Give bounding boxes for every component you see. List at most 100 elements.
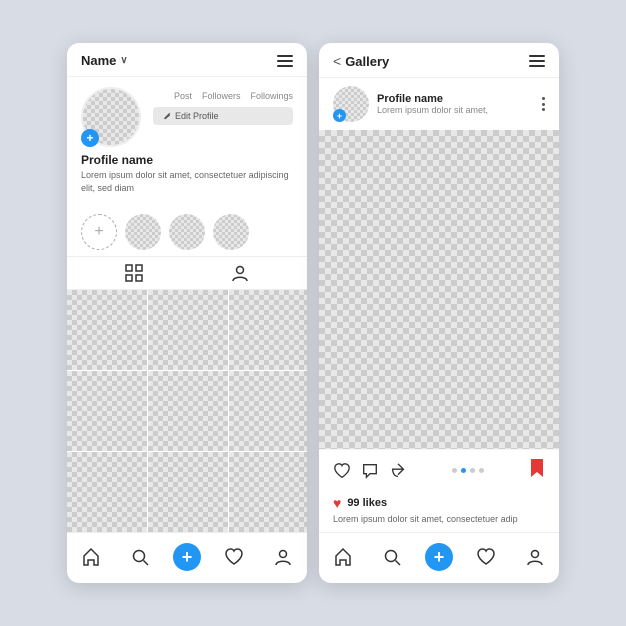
nav-add-button[interactable]: + [173, 543, 201, 571]
likes-section: ♥ 99 likes Lorem ipsum dolor sit amet, c… [319, 491, 559, 532]
grid-cell-5[interactable] [148, 371, 228, 451]
menu-line [529, 65, 545, 67]
right-home-icon [333, 547, 353, 567]
grid-cell-9[interactable] [229, 452, 307, 532]
comment-icon [361, 462, 379, 480]
followers-label: Followers [202, 91, 241, 101]
bookmark-button[interactable] [529, 458, 545, 483]
hamburger-menu-icon[interactable] [277, 55, 293, 67]
menu-line [529, 60, 545, 62]
post-caption: Lorem ipsum dolor sit amet, consectetuer… [333, 513, 545, 526]
edit-profile-label: Edit Profile [175, 111, 219, 121]
chevron-down-icon: ∨ [120, 55, 127, 66]
grid-cell-3[interactable] [229, 290, 307, 370]
dot-indicator-1 [452, 468, 457, 473]
carousel-indicator [417, 468, 519, 473]
post-image [319, 130, 559, 449]
photo-grid [67, 290, 307, 532]
like-button[interactable] [333, 462, 351, 480]
post-subtitle: Lorem ipsum dolor sit amet, [377, 105, 534, 115]
nav-search[interactable] [124, 541, 156, 573]
person-icon [231, 264, 249, 282]
stat-followers: Followers [202, 91, 241, 101]
profile-top: + Post Followers Fo [81, 87, 293, 147]
tab-tagged[interactable] [230, 263, 250, 283]
bottom-nav-right: + [319, 532, 559, 583]
more-options-button[interactable] [542, 97, 545, 111]
avatar-wrap: + [81, 87, 141, 147]
post-actions-bar [319, 449, 559, 491]
person-nav-icon [273, 547, 293, 567]
dot-indicator-2 [461, 468, 466, 473]
right-phone: < Gallery + Profile name Lorem ipsum dol… [319, 43, 559, 583]
story-circle-3[interactable] [213, 214, 249, 250]
back-navigation[interactable]: < Gallery [333, 53, 389, 69]
right-nav-heart[interactable] [470, 541, 502, 573]
menu-line [277, 55, 293, 57]
post-add-story-button[interactable]: + [333, 109, 346, 122]
edit-icon [163, 112, 171, 120]
grid-cell-8[interactable] [148, 452, 228, 532]
grid-cell-6[interactable] [229, 371, 307, 451]
nav-heart[interactable] [218, 541, 250, 573]
comment-button[interactable] [361, 462, 379, 480]
search-icon [130, 547, 150, 567]
add-story-circle[interactable]: + [81, 214, 117, 250]
home-icon [81, 547, 101, 567]
stat-post: Post [174, 91, 192, 101]
gallery-title: Gallery [345, 54, 389, 69]
username-label: Name [81, 53, 116, 68]
add-story-button[interactable]: + [81, 129, 99, 147]
heart-outline-icon [333, 462, 351, 480]
right-nav-home[interactable] [327, 541, 359, 573]
nav-profile[interactable] [267, 541, 299, 573]
back-arrow-icon: < [333, 53, 341, 69]
right-nav-add-button[interactable]: + [425, 543, 453, 571]
bio-text: Lorem ipsum dolor sit amet, consectetuer… [81, 169, 293, 194]
tab-grid[interactable] [124, 263, 144, 283]
menu-line [529, 55, 545, 57]
share-button[interactable] [389, 462, 407, 480]
likes-count: 99 likes [347, 497, 387, 509]
post-label: Post [174, 91, 192, 101]
edit-profile-button[interactable]: Edit Profile [153, 107, 293, 125]
right-hamburger-menu-icon[interactable] [529, 55, 545, 67]
profile-section: + Post Followers Fo [67, 77, 307, 208]
dot-3 [542, 108, 545, 111]
post-user-info: Profile name Lorem ipsum dolor sit amet, [377, 93, 534, 115]
heart-icon [224, 547, 244, 567]
profile-right: Post Followers Followings Edit [153, 87, 293, 125]
stories-row: + [67, 208, 307, 256]
right-header: < Gallery [319, 43, 559, 78]
grid-cell-1[interactable] [67, 290, 147, 370]
left-phone: Name ∨ + Post [67, 43, 307, 583]
post-avatar-wrap: + [333, 86, 369, 122]
grid-cell-2[interactable] [148, 290, 228, 370]
right-search-icon [382, 547, 402, 567]
menu-line [277, 65, 293, 67]
likes-row: ♥ 99 likes [333, 495, 545, 511]
dot-indicator-4 [479, 468, 484, 473]
menu-line [277, 60, 293, 62]
post-username: Profile name [377, 93, 534, 105]
right-heart-icon [476, 547, 496, 567]
bookmark-icon [529, 458, 545, 478]
right-nav-search[interactable] [376, 541, 408, 573]
nav-home[interactable] [75, 541, 107, 573]
dot-indicator-3 [470, 468, 475, 473]
grid-cell-7[interactable] [67, 452, 147, 532]
right-nav-profile[interactable] [519, 541, 551, 573]
grid-view-icon [125, 264, 143, 282]
story-circle-1[interactable] [125, 214, 161, 250]
likes-heart-icon: ♥ [333, 495, 341, 511]
stats-row: Post Followers Followings [153, 91, 293, 101]
profile-display-name: Profile name [81, 153, 293, 167]
story-circle-2[interactable] [169, 214, 205, 250]
bottom-nav-left: + [67, 532, 307, 583]
right-person-icon [525, 547, 545, 567]
left-header: Name ∨ [67, 43, 307, 77]
stat-followings: Followings [250, 91, 293, 101]
profile-tabs [67, 256, 307, 290]
grid-cell-4[interactable] [67, 371, 147, 451]
profile-name-header[interactable]: Name ∨ [81, 53, 128, 68]
